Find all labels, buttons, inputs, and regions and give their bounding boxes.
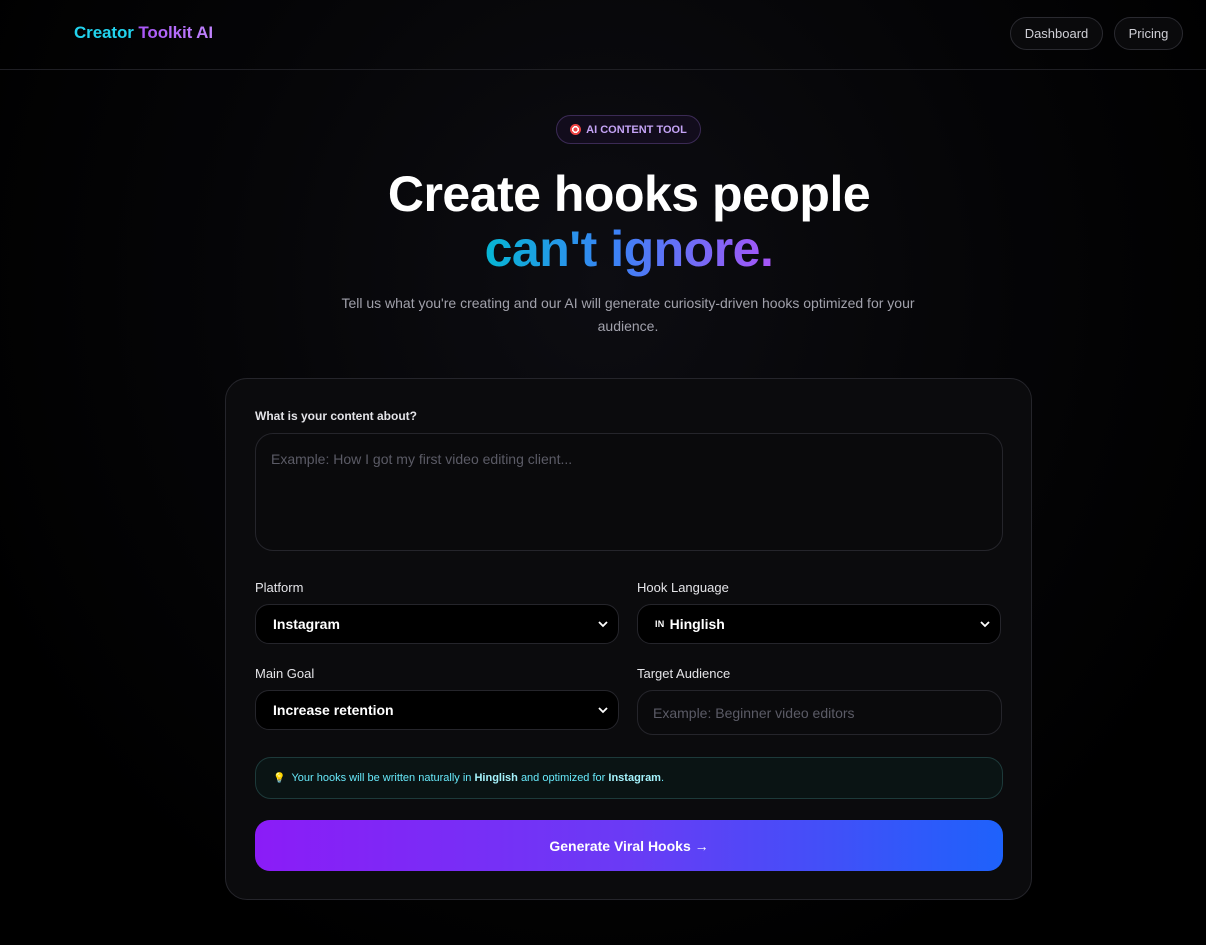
badge-label: AI CONTENT TOOL [586, 123, 687, 136]
chevron-down-icon [980, 621, 990, 628]
generate-hooks-button[interactable]: Generate Viral Hooks → [255, 820, 1003, 871]
goal-label: Main Goal [255, 666, 315, 681]
platform-select-value: Instagram [273, 616, 340, 632]
info-prefix: Your hooks will be written naturally in [291, 772, 472, 784]
hero-title-line1: Create hooks people [387, 166, 871, 222]
hero-title-line2: can't ignore. [0, 220, 1206, 278]
language-select-value: Hinglish [669, 616, 725, 632]
chevron-down-icon [598, 707, 608, 714]
audience-label: Target Audience [637, 666, 731, 681]
hook-generator-form: What is your content about? Platform Ins… [225, 378, 1032, 900]
hero-subtitle: Tell us what you're creating and our AI … [341, 295, 915, 334]
brand-name-part1: Creator [74, 23, 134, 42]
language-label: Hook Language [637, 580, 729, 595]
top-nav: Creator Toolkit AI Dashboard Pricing [0, 0, 1206, 70]
info-suffix: . [660, 772, 665, 784]
platform-select[interactable]: Instagram [255, 604, 619, 644]
nav-dashboard-button[interactable]: Dashboard [1010, 17, 1103, 50]
audience-input[interactable] [637, 690, 1002, 735]
info-middle: and optimized for [520, 772, 606, 784]
goal-select-value: Increase retention [273, 702, 394, 718]
chevron-down-icon [598, 621, 608, 628]
platform-label: Platform [255, 580, 304, 595]
brand-logo[interactable]: Creator Toolkit AI [74, 23, 213, 43]
lightbulb-icon: 💡 [273, 772, 286, 784]
content-textarea[interactable] [255, 433, 1003, 551]
info-language: Hinglish [474, 772, 518, 784]
brand-name-part2: Toolkit AI [138, 23, 213, 42]
info-platform: Instagram [608, 772, 661, 784]
language-info-banner: 💡 Your hooks will be written naturally i… [255, 757, 1003, 799]
target-icon [570, 124, 582, 135]
goal-select[interactable]: Increase retention [255, 690, 619, 730]
india-flag-icon: IN [655, 619, 665, 629]
content-label: What is your content about? [255, 409, 417, 423]
section-badge: AI CONTENT TOOL [556, 115, 701, 144]
language-select[interactable]: IN Hinglish [637, 604, 1001, 644]
hero-title-gradient-text: can't ignore. [484, 221, 774, 277]
nav-pricing-button[interactable]: Pricing [1114, 17, 1183, 50]
